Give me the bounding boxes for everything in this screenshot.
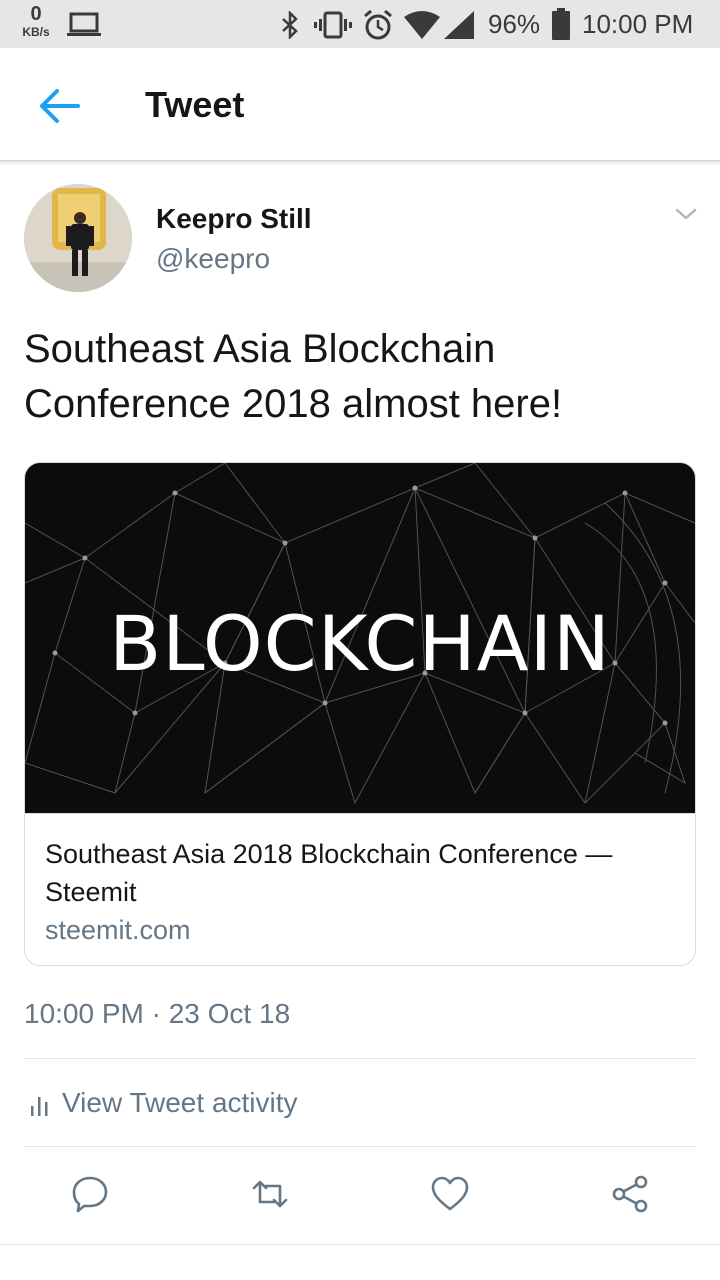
view-tweet-activity-label: View Tweet activity: [62, 1087, 298, 1118]
card-image: BLOCKCHAIN: [25, 463, 695, 814]
laptop-icon: [67, 12, 101, 36]
page-title: Tweet: [145, 84, 245, 125]
status-clock: 10:00 PM: [582, 9, 694, 39]
card-domain: steemit.com: [45, 915, 191, 945]
arrow-left-icon: [40, 89, 80, 123]
battery-icon: [552, 8, 570, 40]
alarm-icon: [364, 9, 392, 40]
reply-icon[interactable]: [70, 1174, 110, 1214]
vibrate-icon: [314, 11, 352, 39]
share-icon[interactable]: [610, 1174, 650, 1214]
battery-percent: 96%: [488, 9, 541, 39]
network-speed-value: 0: [30, 3, 42, 25]
card-image-text: BLOCKCHAIN: [109, 599, 611, 688]
avatar[interactable]: [24, 184, 132, 292]
wifi-icon: [404, 11, 440, 39]
author-name[interactable]: Keepro Still: [156, 203, 312, 235]
link-card[interactable]: BLOCKCHAIN Southeast Asia 2018 Blockchai…: [24, 462, 696, 966]
avatar-photo: [24, 184, 132, 292]
status-bar: 0 KB/s 96% 10:00 PM: [0, 0, 720, 48]
signal-icon: [444, 11, 474, 39]
app-header: Tweet: [0, 48, 720, 161]
like-icon[interactable]: [430, 1174, 470, 1214]
network-speed: 0 KB/s: [18, 4, 54, 38]
bottom-divider: [0, 1244, 720, 1245]
network-speed-unit: KB/s: [22, 25, 50, 39]
tweet-text: Southeast Asia Blockchain Conference 201…: [24, 327, 563, 426]
chevron-down-icon[interactable]: [674, 202, 698, 226]
author-handle[interactable]: @keepro: [156, 243, 270, 275]
tweet-timestamp: 10:00 PM · 23 Oct 18: [24, 998, 291, 1029]
retweet-icon[interactable]: [250, 1174, 290, 1214]
divider: [24, 1146, 696, 1147]
bluetooth-icon: [282, 11, 298, 39]
divider: [24, 1058, 696, 1059]
back-button[interactable]: [36, 84, 84, 128]
bar-chart-icon: [31, 1097, 48, 1116]
card-title: Southeast Asia 2018 Blockchain Conferenc…: [45, 839, 613, 907]
